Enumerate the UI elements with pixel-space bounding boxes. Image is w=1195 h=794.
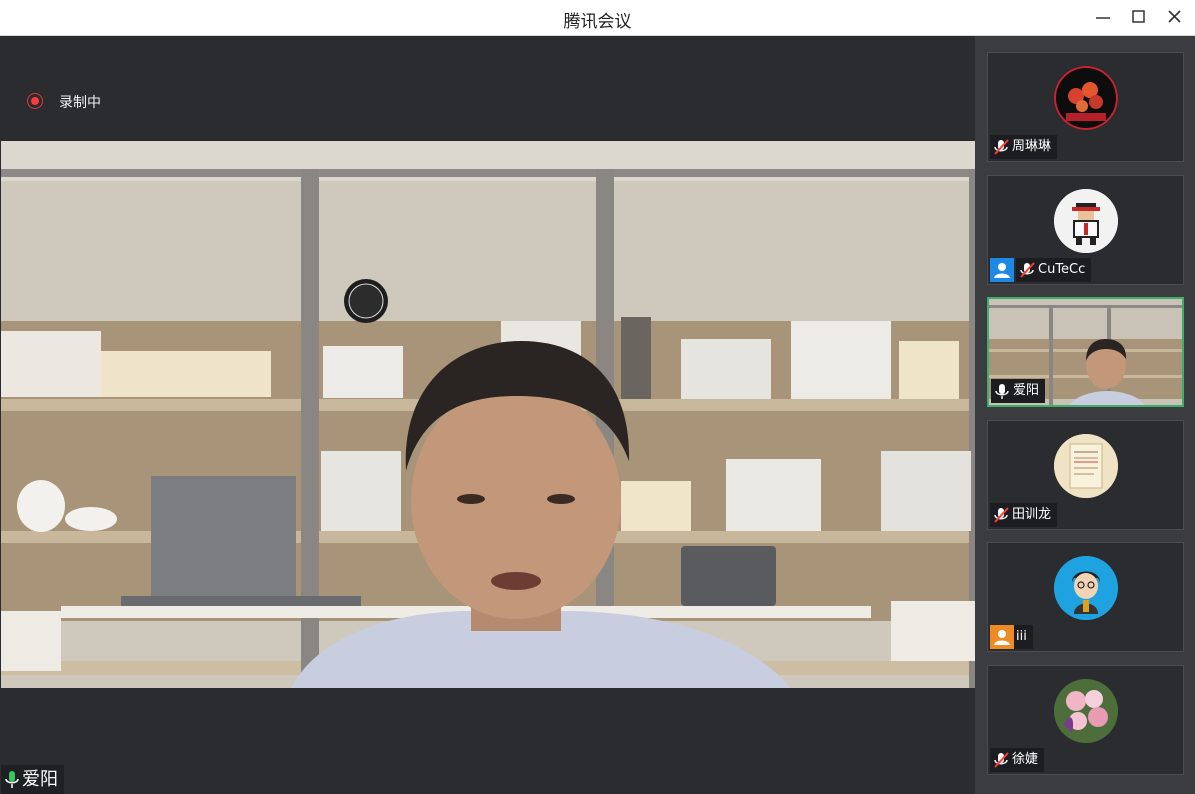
- microphone-icon: [995, 384, 1009, 399]
- mic-muted-icon: [994, 139, 1009, 155]
- document-image-icon: [1054, 434, 1118, 498]
- participant-name: CuTeCc: [1038, 262, 1086, 277]
- recording-label: 录制中: [59, 95, 101, 111]
- participant-label: 田训龙: [990, 503, 1058, 527]
- flowers-photo-icon: [1054, 679, 1118, 743]
- participant-label: 周琳琳: [990, 135, 1058, 159]
- maximize-icon: [1132, 10, 1145, 23]
- participants-sidebar: 周琳琳 CuTeCc 爱阳 田训龙 iii 徐婕: [975, 36, 1195, 794]
- participant-tile-active[interactable]: 爱阳: [987, 297, 1184, 407]
- close-button[interactable]: [1160, 5, 1190, 29]
- mic-muted-icon: [994, 507, 1009, 523]
- cartoon-boy-icon: [1054, 556, 1118, 620]
- user-icon: [990, 625, 1014, 649]
- mic-muted-icon: [1020, 262, 1035, 278]
- participant-label: 徐婕: [990, 748, 1045, 772]
- speaker-name: 爱阳: [22, 769, 58, 790]
- window-title: 腾讯会议: [563, 12, 632, 32]
- close-icon: [1168, 10, 1181, 23]
- microphone-icon: [5, 770, 19, 788]
- participant-label: 爱阳: [991, 379, 1046, 403]
- flowers-avatar: [1054, 679, 1118, 743]
- title-bar: 腾讯会议: [0, 0, 1195, 36]
- participant-tile[interactable]: 田训龙: [987, 420, 1184, 530]
- participant-tile[interactable]: CuTeCc: [987, 175, 1184, 285]
- cartoon-avatar: [1054, 556, 1118, 620]
- pixel-character-avatar: [1054, 189, 1118, 253]
- mic-muted-icon: [994, 752, 1009, 768]
- participant-name: 爱阳: [1013, 383, 1040, 398]
- pixel-character-icon: [1054, 189, 1118, 253]
- participant-label: CuTeCc: [1016, 258, 1092, 282]
- participant-name: iii: [1016, 629, 1027, 644]
- document-avatar: [1054, 434, 1118, 498]
- record-icon: [27, 93, 43, 109]
- video-frame-illustration: [1, 141, 975, 688]
- user-icon: [990, 258, 1014, 282]
- participant-name: 周琳琳: [1012, 139, 1052, 154]
- participant-tile[interactable]: 徐婕: [987, 665, 1184, 775]
- minimize-button[interactable]: [1088, 5, 1118, 29]
- school-logo-avatar: [1054, 66, 1118, 130]
- participant-label: iii: [1014, 625, 1033, 649]
- speaker-video[interactable]: [1, 141, 975, 688]
- school-logo-icon: [1054, 66, 1118, 130]
- participant-name: 田训龙: [1012, 507, 1052, 522]
- participant-tile[interactable]: 周琳琳: [987, 52, 1184, 162]
- participant-tile[interactable]: iii: [987, 542, 1184, 652]
- minimize-icon: [1096, 17, 1110, 19]
- main-stage: 录制中: [1, 36, 975, 794]
- maximize-button[interactable]: [1124, 5, 1154, 29]
- participant-name: 徐婕: [1012, 752, 1039, 767]
- speaker-name-badge: 爱阳: [1, 765, 64, 794]
